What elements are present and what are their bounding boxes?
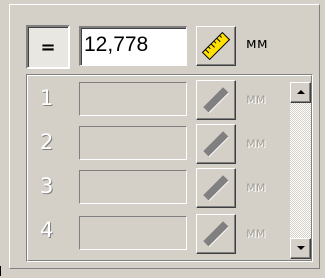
- ruler-button[interactable]: [196, 26, 236, 66]
- ruler-icon: [203, 87, 230, 114]
- row-number: 2: [40, 130, 54, 154]
- equals-button[interactable]: =: [26, 25, 70, 69]
- row-ruler-button: [196, 80, 236, 120]
- row-unit-label: мм: [246, 180, 266, 195]
- arrow-up-icon: [297, 90, 305, 94]
- ruler-icon: [203, 221, 230, 248]
- row-input: [79, 126, 187, 160]
- row-ruler-button: [196, 168, 236, 208]
- row-number: 1: [40, 86, 54, 110]
- row-unit-label: мм: [246, 226, 266, 241]
- unit-label: мм: [246, 36, 269, 52]
- row-input: [79, 82, 187, 116]
- row-input: [79, 170, 187, 204]
- equals-label: =: [40, 36, 56, 58]
- row-number: 4: [40, 218, 54, 242]
- row-ruler-button: [196, 124, 236, 164]
- row-unit-label: мм: [246, 92, 266, 107]
- ruler-icon: [201, 31, 231, 61]
- value-input[interactable]: 12,778: [79, 26, 187, 66]
- scroll-up-button[interactable]: [290, 82, 311, 103]
- row-ruler-button: [196, 214, 236, 254]
- row-number: 3: [40, 174, 54, 198]
- scroll-down-button[interactable]: [290, 238, 311, 259]
- edge-marker: [0, 266, 1, 276]
- ruler-icon: [203, 175, 230, 202]
- ruler-icon: [203, 131, 230, 158]
- rows-scrollbar[interactable]: [290, 82, 311, 259]
- row-unit-label: мм: [246, 136, 266, 151]
- row-input: [79, 216, 187, 250]
- arrow-down-icon: [297, 246, 305, 250]
